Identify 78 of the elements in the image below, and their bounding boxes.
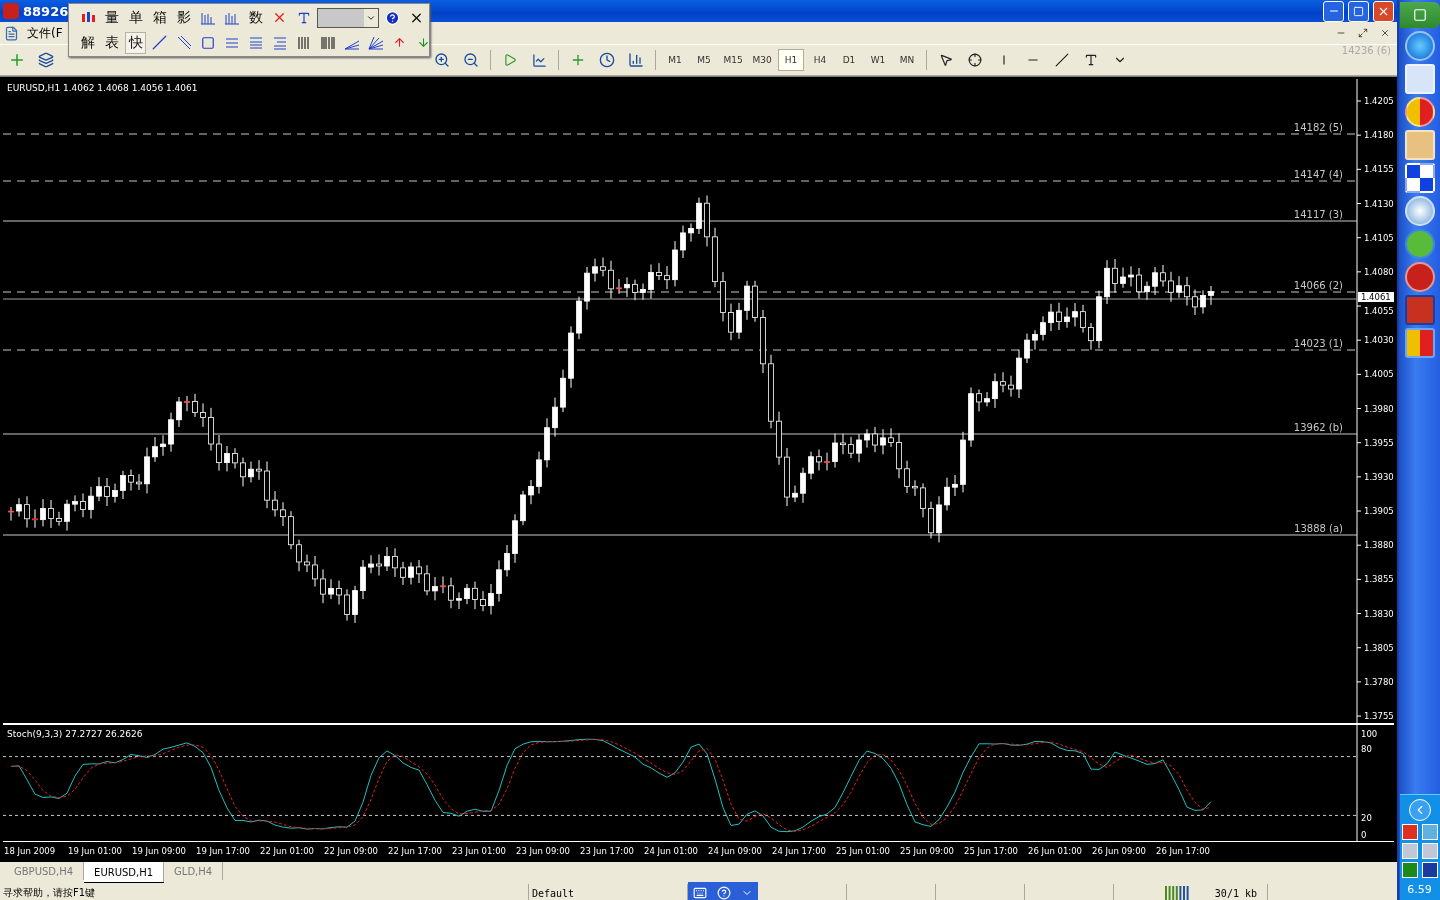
price-tick-label: 1.3830 (1364, 608, 1394, 619)
stochastic-tick-label: 0 (1361, 830, 1367, 840)
clock: 6.59 (1407, 883, 1432, 896)
price-tick-label: 1.3905 (1364, 506, 1394, 517)
level-label: 14182 (5) (1293, 122, 1343, 133)
time-label: 25 Jun 01:00 (836, 846, 890, 856)
level-label: 14147 (4) (1293, 169, 1343, 180)
toolbar-button[interactable]: 量 (101, 6, 122, 29)
price-tick-label: 1.4130 (1364, 198, 1394, 209)
price-tick-label: 1.4030 (1364, 335, 1394, 346)
timeframe-button[interactable]: D1 (836, 49, 862, 71)
price-tick-label: 1.4205 (1364, 96, 1394, 106)
time-label: 22 Jun 17:00 (388, 846, 442, 856)
level-label: 14236 (6) (1341, 45, 1391, 56)
level-label: 13962 (b) (1293, 422, 1343, 433)
indicator-label: Stoch(9,3,3) 27.2727 26.2626 (7, 729, 143, 739)
price-tick-label: 1.4080 (1364, 266, 1394, 277)
time-label: 26 Jun 09:00 (1092, 846, 1146, 856)
time-label: 23 Jun 01:00 (452, 846, 506, 856)
toolbar-button[interactable]: 单 (125, 6, 146, 29)
time-label: 24 Jun 17:00 (772, 846, 826, 856)
price-tick-label: 1.4155 (1364, 164, 1394, 175)
time-label: 22 Jun 01:00 (260, 846, 314, 856)
price-tick-label: 1.3930 (1364, 471, 1394, 482)
timeframe-button[interactable]: M30 (749, 49, 775, 71)
time-label: 24 Jun 01:00 (644, 846, 698, 856)
chart-tab[interactable]: GLD,H4 (164, 862, 224, 880)
toolbar-button[interactable]: 解 (77, 31, 98, 54)
current-price-label: 1.4061 (1358, 292, 1394, 302)
toolbar-button[interactable]: 表 (101, 31, 122, 54)
level-label: 14023 (1) (1293, 338, 1343, 349)
level-label: 14066 (2) (1293, 280, 1343, 291)
level-label: 14117 (3) (1293, 209, 1343, 220)
time-label: 22 Jun 09:00 (324, 846, 378, 856)
timeframe-button[interactable]: MN (894, 49, 920, 71)
window-title: 88926 (23, 3, 69, 19)
chart-info: EURUSD,H1 1.4062 1.4068 1.4056 1.4061 (7, 83, 198, 93)
price-tick-label: 1.3855 (1364, 574, 1394, 585)
stochastic-tick-label: 100 (1361, 729, 1378, 739)
toolbar-button[interactable]: 影 (173, 6, 194, 29)
timeframe-button[interactable]: M5 (691, 49, 717, 71)
time-label: 19 Jun 09:00 (132, 846, 186, 856)
time-label: 25 Jun 17:00 (964, 846, 1018, 856)
time-label: 19 Jun 17:00 (196, 846, 250, 856)
price-tick-label: 1.3980 (1364, 403, 1394, 414)
time-label: 23 Jun 17:00 (580, 846, 634, 856)
time-label: 26 Jun 17:00 (1156, 846, 1210, 856)
stochastic-tick-label: 20 (1361, 813, 1372, 823)
profile-name: Default (532, 887, 575, 899)
toolbar-button[interactable]: 快 (125, 31, 146, 54)
timeframe-button[interactable]: H1 (778, 49, 804, 71)
time-label: 24 Jun 09:00 (708, 846, 762, 856)
time-label: 23 Jun 09:00 (516, 846, 570, 856)
price-tick-label: 1.3955 (1364, 437, 1394, 448)
timeframe-button[interactable]: H4 (807, 49, 833, 71)
time-label: 19 Jun 01:00 (68, 846, 122, 856)
timeframe-button[interactable]: M15 (720, 49, 746, 71)
timeframe-button[interactable]: W1 (865, 49, 891, 71)
toolbar-button[interactable]: 箱 (149, 6, 170, 29)
timeframe-button[interactable]: M1 (662, 49, 688, 71)
price-tick-label: 1.3880 (1364, 540, 1394, 551)
time-label: 25 Jun 09:00 (900, 846, 954, 856)
chart-tab[interactable]: EURUSD,H1 (84, 862, 165, 882)
level-label: 13888 (a) (1294, 523, 1343, 534)
price-tick-label: 1.4105 (1364, 232, 1394, 243)
price-tick-label: 1.4055 (1364, 306, 1394, 316)
price-tick-label: 1.4180 (1364, 130, 1394, 141)
price-tick-label: 1.3755 (1364, 711, 1394, 722)
time-label: 26 Jun 01:00 (1028, 846, 1082, 856)
status-help-text: 寻求帮助，请按F1键 (3, 886, 96, 900)
traffic-label: 30/1 kb (1214, 887, 1257, 899)
menu-item[interactable]: 文件(F (25, 23, 65, 43)
stochastic-tick-label: 80 (1361, 744, 1372, 754)
toolbar-button[interactable]: 数 (245, 6, 266, 29)
price-tick-label: 1.3780 (1364, 676, 1394, 687)
time-label: 18 Jun 2009 (4, 846, 56, 856)
price-tick-label: 1.4005 (1364, 369, 1394, 380)
price-tick-label: 1.3805 (1364, 642, 1394, 653)
